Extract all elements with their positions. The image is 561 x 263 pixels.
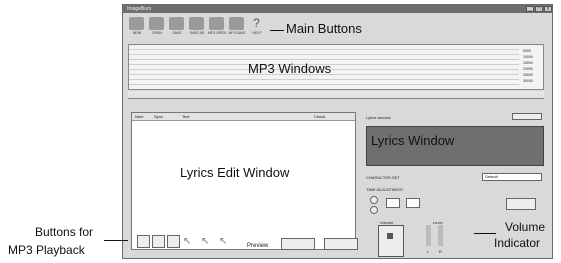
- table-header: Num Sync Text Check: [132, 113, 355, 121]
- mp3-waveform-window[interactable]: 5000 10000 15000 20000 25000 30000: [128, 44, 544, 90]
- apply-time-button[interactable]: [506, 198, 536, 210]
- callout-lyrics-window: Lyrics Window: [371, 133, 455, 148]
- callout-main-buttons: Main Buttons: [286, 21, 362, 36]
- mp3-save-label: MP3 SAVE: [228, 31, 246, 35]
- time-plus-radio[interactable]: [370, 196, 378, 204]
- time-seconds-input[interactable]: [386, 198, 400, 208]
- minimize-button[interactable]: _: [526, 6, 534, 12]
- stop-button[interactable]: [167, 235, 180, 248]
- mp3-open-button[interactable]: MP3 OPEN: [207, 15, 227, 39]
- mp3-scale: 5000 10000 15000 20000 25000 30000: [523, 48, 533, 84]
- pause-button[interactable]: [152, 235, 165, 248]
- callout-line-playback: [104, 240, 128, 241]
- callout-line-volume: [474, 233, 496, 234]
- character-set-select[interactable]: Default: [482, 173, 542, 181]
- preview-clear-button[interactable]: [324, 238, 358, 250]
- save-button[interactable]: SAVE: [167, 15, 187, 39]
- save-as-label: SAVE AS: [189, 31, 205, 35]
- time-ruler[interactable]: [128, 91, 544, 99]
- callout-mp3-playback: MP3 Playback: [8, 243, 85, 257]
- level-meter-right: [438, 225, 443, 246]
- character-set-label: CHARACTER SET: [366, 175, 400, 180]
- preview-apply-button[interactable]: [281, 238, 315, 250]
- help-button[interactable]: ? HELP: [247, 15, 267, 39]
- save-icon: [169, 17, 184, 30]
- preview-label: Preview: [247, 243, 269, 249]
- new-button[interactable]: NEW: [127, 15, 147, 39]
- new-icon: [129, 17, 144, 30]
- open-label: OPEN: [152, 31, 162, 35]
- lyrics-edit-table[interactable]: Num Sync Text Check: [131, 112, 356, 250]
- time-ms-input[interactable]: [406, 198, 420, 208]
- volume-slider[interactable]: [378, 225, 404, 257]
- open-icon: [149, 17, 164, 30]
- mark-icon[interactable]: ↖: [183, 236, 195, 248]
- level-meter-left: [426, 225, 431, 246]
- mp3-scale-tick: 30000: [523, 79, 533, 83]
- zoom-icon[interactable]: ↖: [201, 236, 213, 248]
- level-channel-left: L: [427, 249, 430, 254]
- window-title: ImageBurn: [127, 6, 152, 12]
- callout-lyrics-edit: Lyrics Edit Window: [180, 165, 290, 180]
- callout-buttons-for: Buttons for: [35, 225, 94, 239]
- maximize-button[interactable]: □: [535, 6, 543, 12]
- playback-buttons: ↖ ↖ ↖: [131, 231, 239, 251]
- lyrics-window-header: Lyrics window: [366, 115, 391, 120]
- app-window: ImageBurn _ □ x NEW OPEN SAVE SAVE AS MP…: [122, 4, 553, 259]
- main-toolbar: NEW OPEN SAVE SAVE AS MP3 OPEN MP3 SAVE …: [127, 15, 267, 41]
- mp3-open-label: MP3 OPEN: [207, 31, 227, 35]
- callout-indicator: Indicator: [494, 236, 541, 250]
- callout-line-main-buttons: [270, 30, 284, 31]
- help-label: HELP: [252, 31, 262, 35]
- lyrics-window-button[interactable]: [512, 113, 542, 120]
- save-as-icon: [189, 17, 204, 30]
- level-channel-right: R: [439, 249, 442, 254]
- mp3-save-button[interactable]: MP3 SAVE: [227, 15, 247, 39]
- mp3-save-icon: [229, 17, 244, 30]
- callout-mp3-windows: MP3 Windows: [248, 61, 332, 76]
- play-button[interactable]: [137, 235, 150, 248]
- volume-thumb[interactable]: [387, 233, 393, 239]
- open-button[interactable]: OPEN: [147, 15, 167, 39]
- help-icon: ?: [253, 16, 260, 30]
- title-bar: ImageBurn _ □ x: [123, 5, 552, 13]
- col-text[interactable]: Text: [182, 113, 189, 120]
- close-button[interactable]: x: [544, 6, 552, 12]
- col-check[interactable]: Check: [314, 113, 325, 120]
- col-sync[interactable]: Sync: [154, 113, 163, 120]
- callout-volume: Volume: [505, 220, 546, 234]
- save-as-button[interactable]: SAVE AS: [187, 15, 207, 39]
- unmark-icon[interactable]: ↖: [219, 236, 231, 248]
- col-num[interactable]: Num: [135, 113, 143, 120]
- save-label: SAVE: [172, 31, 182, 35]
- mp3-open-icon: [209, 17, 224, 30]
- time-adjustment-label: TIME ADJUSTMENT: [366, 187, 404, 192]
- new-label: NEW: [132, 31, 142, 35]
- time-minus-radio[interactable]: [370, 206, 378, 214]
